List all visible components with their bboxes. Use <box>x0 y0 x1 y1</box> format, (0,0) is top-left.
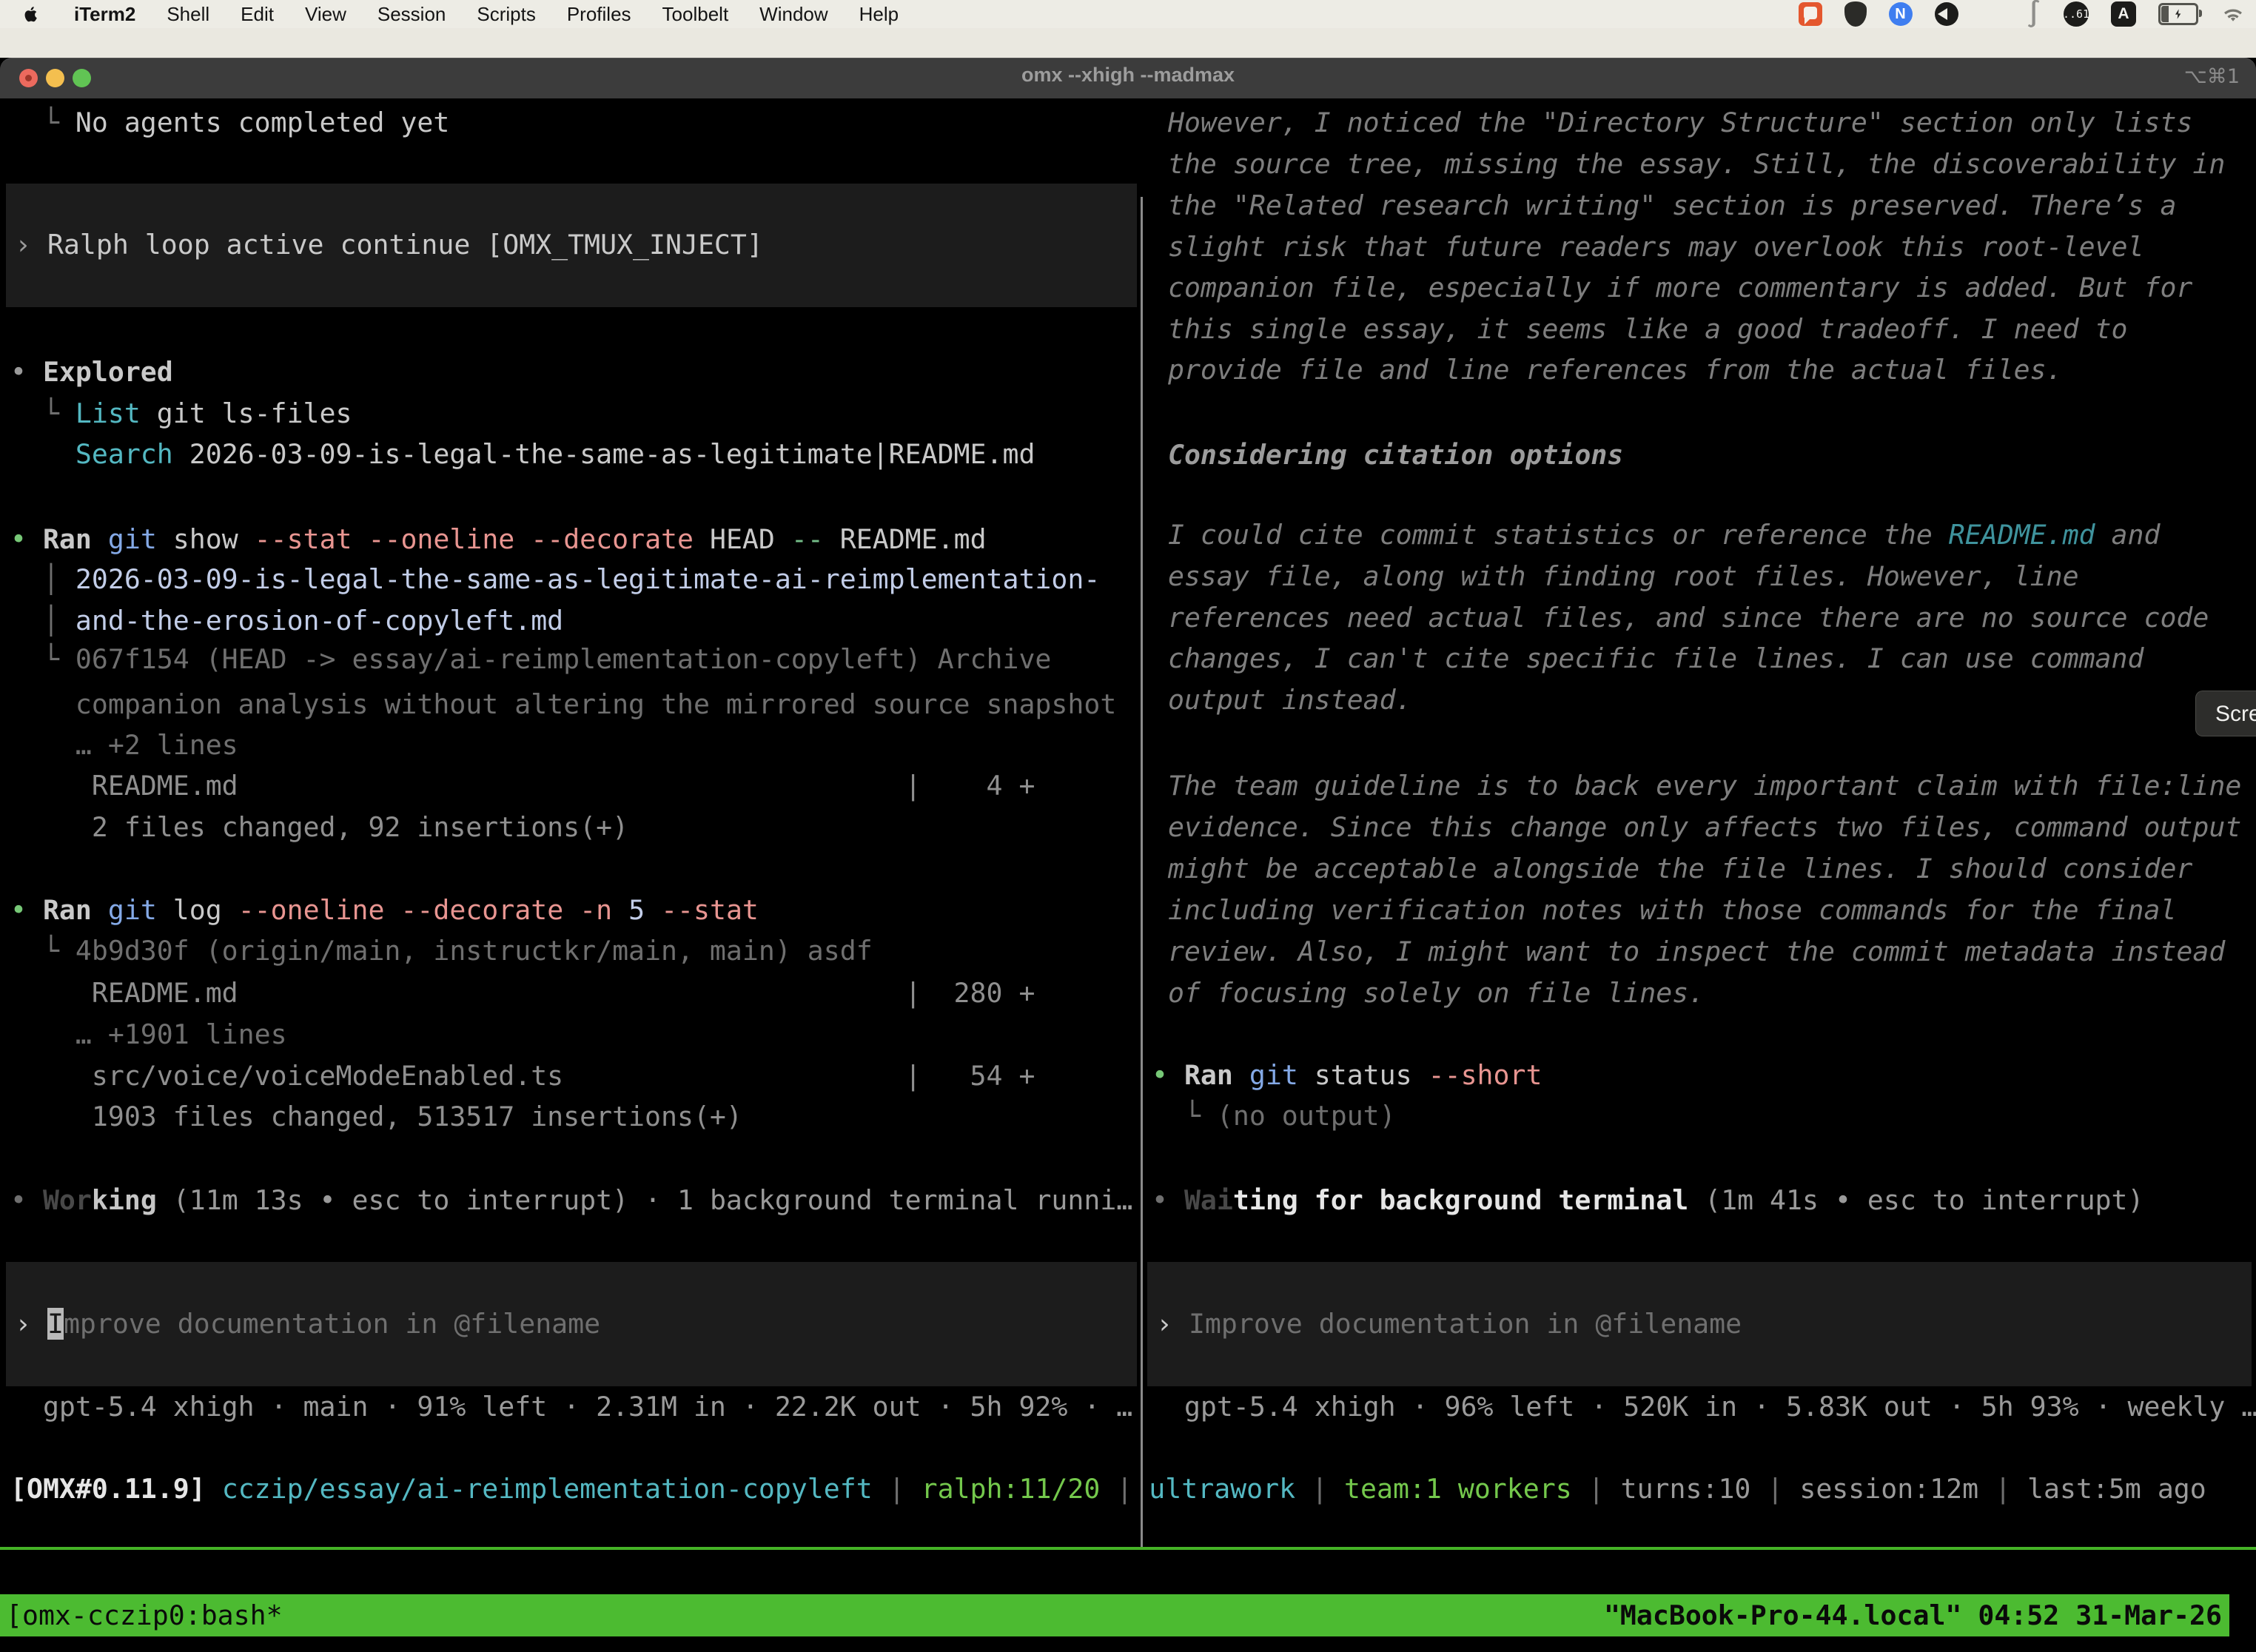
tmux-horizontal-pane-border[interactable] <box>0 1547 2256 1550</box>
terminal-line: • Ran git show --stat --oneline --decora… <box>10 519 987 560</box>
macos-desktop: iTerm2 Shell Edit View Session Scripts Profile… <box>0 0 2256 1652</box>
tmux-host-clock-label: "MacBook-Pro-44.local" 04:52 31-Mar-26 <box>1604 1594 2222 1636</box>
terminal-line: 1903 files changed, 513517 insertions(+) <box>10 1096 742 1138</box>
terminal-line: of focusing solely on file lines. <box>1152 973 1705 1014</box>
terminal-line: … +2 lines <box>10 725 238 766</box>
window-title: omx --xhigh --madmax <box>0 64 2256 87</box>
apple-menu-icon[interactable] <box>21 3 40 25</box>
terminal-line: • Ran git log --oneline --decorate -n 5 … <box>10 890 759 931</box>
terminal-line: including verification notes with those … <box>1152 890 2176 931</box>
menu-item-toolbelt[interactable]: Toolbelt <box>662 3 729 26</box>
terminal-line: Considering citation options <box>1152 434 1623 476</box>
window-shortcut-badge: ⌥⌘1 <box>2184 65 2240 88</box>
menu-bar: iTerm2 Shell Edit View Session Scripts Profile… <box>0 0 2256 28</box>
chat-icon[interactable] <box>1799 2 1822 26</box>
terminal-line: › Improve documentation in @filename <box>1156 1303 1742 1345</box>
screen-share-notification[interactable]: Scre <box>2195 691 2256 736</box>
terminal-line: gpt-5.4 xhigh · 96% left · 520K in · 5.8… <box>1152 1386 2256 1428</box>
input-source-icon[interactable]: A <box>2111 1 2136 27</box>
terminal-line: the "Related research writing" section i… <box>1152 185 2176 226</box>
terminal-line: … +1901 lines <box>10 1014 287 1055</box>
terminal-line: changes, I can't cite specific file line… <box>1152 638 2143 679</box>
menu-item-session[interactable]: Session <box>377 3 446 26</box>
terminal-line: this single essay, it seems like a good … <box>1152 309 2128 350</box>
badge-61-icon[interactable]: ..61 <box>2064 1 2089 27</box>
terminal-line: • Working (11m 13s • esc to interrupt) ·… <box>10 1180 1132 1221</box>
terminal-line: │ 2026-03-09-is-legal-the-same-as-legiti… <box>10 559 1100 600</box>
terminal-line: gpt-5.4 xhigh · main · 91% left · 2.31M … <box>10 1386 1132 1428</box>
terminal-line: provide file and line references from th… <box>1152 349 2063 391</box>
tmux-status-bar: [omx-cczip0:bash* "MacBook-Pro-44.local"… <box>0 1594 2229 1636</box>
menu-item-scripts[interactable]: Scripts <box>477 3 535 26</box>
terminal-line: • Waiting for background terminal (1m 41… <box>1152 1180 2143 1221</box>
terminal-line: └ List git ls-files <box>10 393 352 434</box>
tmux-session-label: [omx-cczip0:bash* <box>6 1594 283 1636</box>
terminal-line: review. Also, I might want to inspect th… <box>1152 931 2225 973</box>
keynote-icon[interactable] <box>1935 2 1958 26</box>
terminal-line: src/voice/voiceModeEnabled.ts | 54 + <box>10 1055 1035 1097</box>
tmux-vertical-pane-border[interactable] <box>1141 197 1143 1547</box>
terminal-line: └ No agents completed yet <box>10 102 449 144</box>
menu-item-view[interactable]: View <box>305 3 346 26</box>
terminal-line: However, I noticed the "Directory Struct… <box>1152 102 2192 144</box>
terminal-line: › Ralph loop active continue [OMX_TMUX_I… <box>15 224 763 266</box>
menu-item-help[interactable]: Help <box>859 3 899 26</box>
dots-grid-icon[interactable] <box>1981 2 2004 26</box>
terminal-line: [OMX#0.11.9] cczip/essay/ai-reimplementa… <box>10 1468 2206 1510</box>
terminal-line: README.md | 280 + <box>10 973 1035 1014</box>
terminal-line: references need actual files, and since … <box>1152 597 2209 639</box>
terminal-line: └ 067f154 (HEAD -> essay/ai-reimplementa… <box>10 639 1051 680</box>
menu-item-shell[interactable]: Shell <box>167 3 209 26</box>
terminal-line: └ 4b9d30f (origin/main, instructkr/main,… <box>10 930 873 972</box>
terminal-line: the source tree, missing the essay. Stil… <box>1152 144 2225 185</box>
menu-bar-status-icons: N ∫ ..61 A <box>1799 0 2246 28</box>
terminal-line: companion file, especially if more comme… <box>1152 267 2192 309</box>
terminal-line: evidence. Since this change only affects… <box>1152 807 2241 848</box>
menu-item-profiles[interactable]: Profiles <box>567 3 631 26</box>
battery-icon[interactable] <box>2158 3 2198 25</box>
menu-items: iTerm2 Shell Edit View Session Scripts Profile… <box>0 3 899 26</box>
terminal-line: › Improve documentation in @filename <box>15 1303 600 1345</box>
terminal-line: 2 files changed, 92 insertions(+) <box>10 807 628 848</box>
terminal-line: The team guideline is to back every impo… <box>1152 765 2241 807</box>
menu-item-iterm2[interactable]: iTerm2 <box>74 3 135 26</box>
terminal-line: • Ran git status --short <box>1152 1055 1542 1096</box>
terminal-line: README.md | 4 + <box>10 765 1035 807</box>
menu-item-edit[interactable]: Edit <box>241 3 274 26</box>
terminal-line: └ (no output) <box>1152 1095 1396 1137</box>
wifi-icon[interactable] <box>2220 4 2246 24</box>
terminal-line: │ and-the-erosion-of-copyleft.md <box>10 600 563 642</box>
desktop-background <box>0 28 2256 58</box>
terminal-line: I could cite commit statistics or refere… <box>1152 514 2160 556</box>
shield-grid-icon[interactable] <box>1844 1 1867 27</box>
terminal-line: output instead. <box>1152 679 1412 721</box>
terminal-line: slight risk that future readers may over… <box>1152 226 2143 268</box>
terminal-line: Search 2026-03-09-is-legal-the-same-as-l… <box>10 434 1035 475</box>
terminal-line: might be acceptable alongside the file l… <box>1152 848 2192 890</box>
blue-n-icon[interactable]: N <box>1889 2 1913 26</box>
menu-item-window[interactable]: Window <box>759 3 827 26</box>
terminal-line: essay file, along with finding root file… <box>1152 556 2079 597</box>
terminal-line: • Explored <box>10 352 173 393</box>
hook-icon[interactable]: ∫ <box>2027 0 2041 29</box>
terminal-line: companion analysis without altering the … <box>10 684 1116 725</box>
terminal-content[interactable]: └ No agents completed yet › Ralph loop ac… <box>0 98 2256 1652</box>
